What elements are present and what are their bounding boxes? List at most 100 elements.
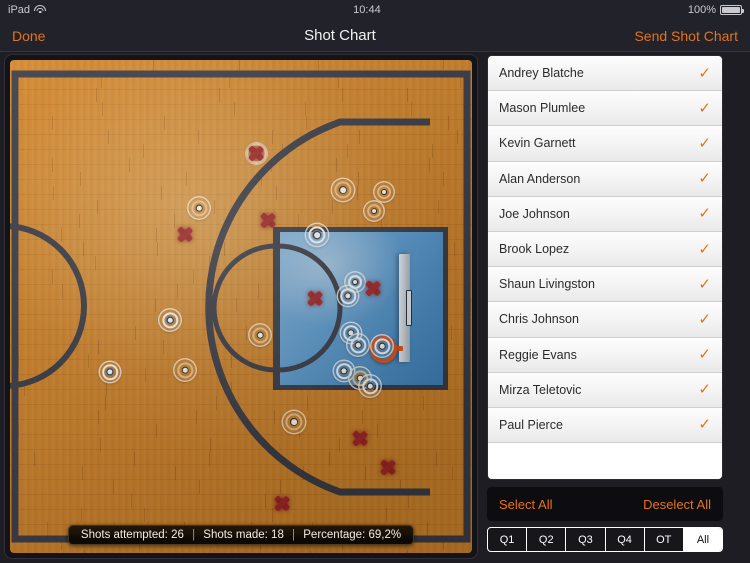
shot-ring-core: [340, 187, 346, 193]
device-label: iPad: [8, 4, 31, 16]
shots-attempted-value: 26: [171, 529, 184, 541]
player-list-item[interactable]: Joe Johnson ✓: [488, 196, 722, 232]
player-list-item[interactable]: Andrey Blatche ✓: [488, 56, 722, 92]
shot-marker-made[interactable]: [283, 411, 305, 433]
shot-marker-made[interactable]: [360, 376, 381, 397]
checkmark-icon: ✓: [698, 415, 711, 434]
shot-marker-made[interactable]: [175, 360, 196, 381]
battery-icon: [719, 5, 744, 15]
shot-ring-core: [352, 279, 358, 285]
backboard-square: [406, 290, 412, 326]
shot-marker-made[interactable]: [189, 198, 210, 219]
player-name: Paul Pierce: [499, 417, 563, 432]
shot-marker-missed[interactable]: [306, 289, 325, 308]
wifi-icon: [34, 5, 47, 15]
checkmark-icon: ✓: [698, 309, 711, 328]
shot-marker-made[interactable]: [348, 335, 369, 356]
player-name: Brook Lopez: [499, 242, 570, 257]
deselect-all-button[interactable]: Deselect All: [643, 497, 711, 512]
shot-ring-core: [381, 189, 387, 195]
percentage-value: 69,2%: [368, 529, 402, 541]
shot-marker-missed[interactable]: [364, 279, 383, 298]
shot-marker-missed[interactable]: [176, 225, 195, 244]
player-list-item[interactable]: Mason Plumlee ✓: [488, 91, 722, 127]
right-panel: Andrey Blatche ✓ Mason Plumlee ✓ Kevin Garne…: [487, 55, 729, 558]
shot-marker-missed[interactable]: [259, 211, 278, 230]
shot-marker-made[interactable]: [332, 179, 354, 201]
basketball-court[interactable]: Shots attempted: 26 | Shots made: 18 | P…: [10, 60, 472, 553]
shot-marker-missed[interactable]: [246, 143, 266, 163]
checkmark-icon: ✓: [698, 98, 711, 117]
player-list-item[interactable]: Chris Johnson ✓: [488, 302, 722, 338]
checkmark-icon: ✓: [698, 204, 711, 223]
select-all-button[interactable]: Select All: [499, 497, 552, 512]
navigation-bar: Done Shot Chart Send Shot Chart: [0, 20, 750, 52]
player-list[interactable]: Andrey Blatche ✓ Mason Plumlee ✓ Kevin Garne…: [487, 55, 723, 480]
quarter-filter-segmented-control[interactable]: Q1 Q2 Q3 Q4 OT All: [487, 527, 723, 552]
shots-attempted-label: Shots attempted:: [80, 529, 168, 541]
quarter-segment-q4[interactable]: Q4: [606, 528, 645, 551]
player-list-item[interactable]: Mirza Teletovic ✓: [488, 372, 722, 408]
checkmark-icon: ✓: [698, 239, 711, 258]
battery-percent-label: 100%: [687, 4, 716, 16]
checkmark-icon: ✓: [698, 133, 711, 152]
shot-marker-made[interactable]: [250, 325, 271, 346]
court-panel: Shots attempted: 26 | Shots made: 18 | P…: [5, 55, 477, 558]
quarter-segment-ot[interactable]: OT: [645, 528, 684, 551]
shots-made-value: 18: [271, 529, 284, 541]
quarter-segment-q2[interactable]: Q2: [527, 528, 567, 551]
shot-ring-core: [371, 208, 377, 214]
player-list-item[interactable]: Paul Pierce ✓: [488, 407, 722, 444]
status-bar-right: 100%: [687, 4, 744, 16]
checkmark-icon: ✓: [698, 169, 711, 188]
player-name: Mason Plumlee: [499, 101, 586, 116]
player-name: Mirza Teletovic: [499, 382, 582, 397]
quarter-segment-q3[interactable]: Q3: [566, 528, 606, 551]
shot-marker-missed[interactable]: [379, 458, 398, 477]
shot-marker-missed[interactable]: [273, 494, 292, 513]
shot-marker-made[interactable]: [160, 310, 181, 331]
shot-ring-core: [291, 419, 297, 425]
player-list-item[interactable]: Reggie Evans ✓: [488, 337, 722, 373]
shots-made-label: Shots made:: [203, 529, 268, 541]
shot-marker-made[interactable]: [372, 336, 393, 357]
shot-marker-made[interactable]: [338, 286, 358, 306]
shot-marker-made[interactable]: [365, 202, 384, 221]
player-list-item[interactable]: Shaun Livingston ✓: [488, 267, 722, 303]
quarter-segment-q1[interactable]: Q1: [488, 528, 528, 551]
player-name: Alan Anderson: [499, 171, 581, 186]
status-bar-left: iPad: [8, 4, 47, 16]
select-all-bar: Select All Deselect All: [487, 487, 723, 521]
player-name: Chris Johnson: [499, 312, 579, 327]
page-title: Shot Chart: [304, 27, 376, 44]
shot-ring-core: [314, 232, 320, 238]
shot-chart-app: iPad 10:44 100% Done Shot Chart Send Sho…: [0, 0, 750, 563]
player-list-item[interactable]: Alan Anderson ✓: [488, 161, 722, 197]
player-list-item[interactable]: Brook Lopez ✓: [488, 231, 722, 268]
painted-key-area: [278, 232, 443, 385]
send-shot-chart-button[interactable]: Send Shot Chart: [634, 28, 738, 44]
quarter-segment-all[interactable]: All: [683, 528, 722, 551]
player-name: Joe Johnson: [499, 206, 570, 221]
shot-marker-missed[interactable]: [351, 429, 370, 448]
stats-separator-2: |: [292, 529, 296, 541]
player-name: Andrey Blatche: [499, 66, 584, 81]
stats-separator-1: |: [192, 529, 196, 541]
checkmark-icon: ✓: [698, 63, 711, 82]
checkmark-icon: ✓: [698, 345, 711, 364]
clock-label: 10:44: [353, 4, 381, 16]
player-name: Kevin Garnett: [499, 136, 576, 151]
status-bar: iPad 10:44 100%: [0, 0, 750, 20]
shot-marker-made[interactable]: [306, 224, 328, 246]
player-name: Shaun Livingston: [499, 277, 595, 292]
done-button[interactable]: Done: [12, 28, 45, 44]
shot-marker-made[interactable]: [100, 362, 120, 382]
percentage-label: Percentage:: [303, 529, 366, 541]
player-name: Reggie Evans: [499, 347, 577, 362]
paint-gloss: [278, 232, 443, 385]
player-list-empty-area: [488, 443, 722, 479]
checkmark-icon: ✓: [698, 274, 711, 293]
player-list-item[interactable]: Kevin Garnett ✓: [488, 126, 722, 162]
checkmark-icon: ✓: [698, 380, 711, 399]
shot-marker-made[interactable]: [375, 183, 394, 202]
